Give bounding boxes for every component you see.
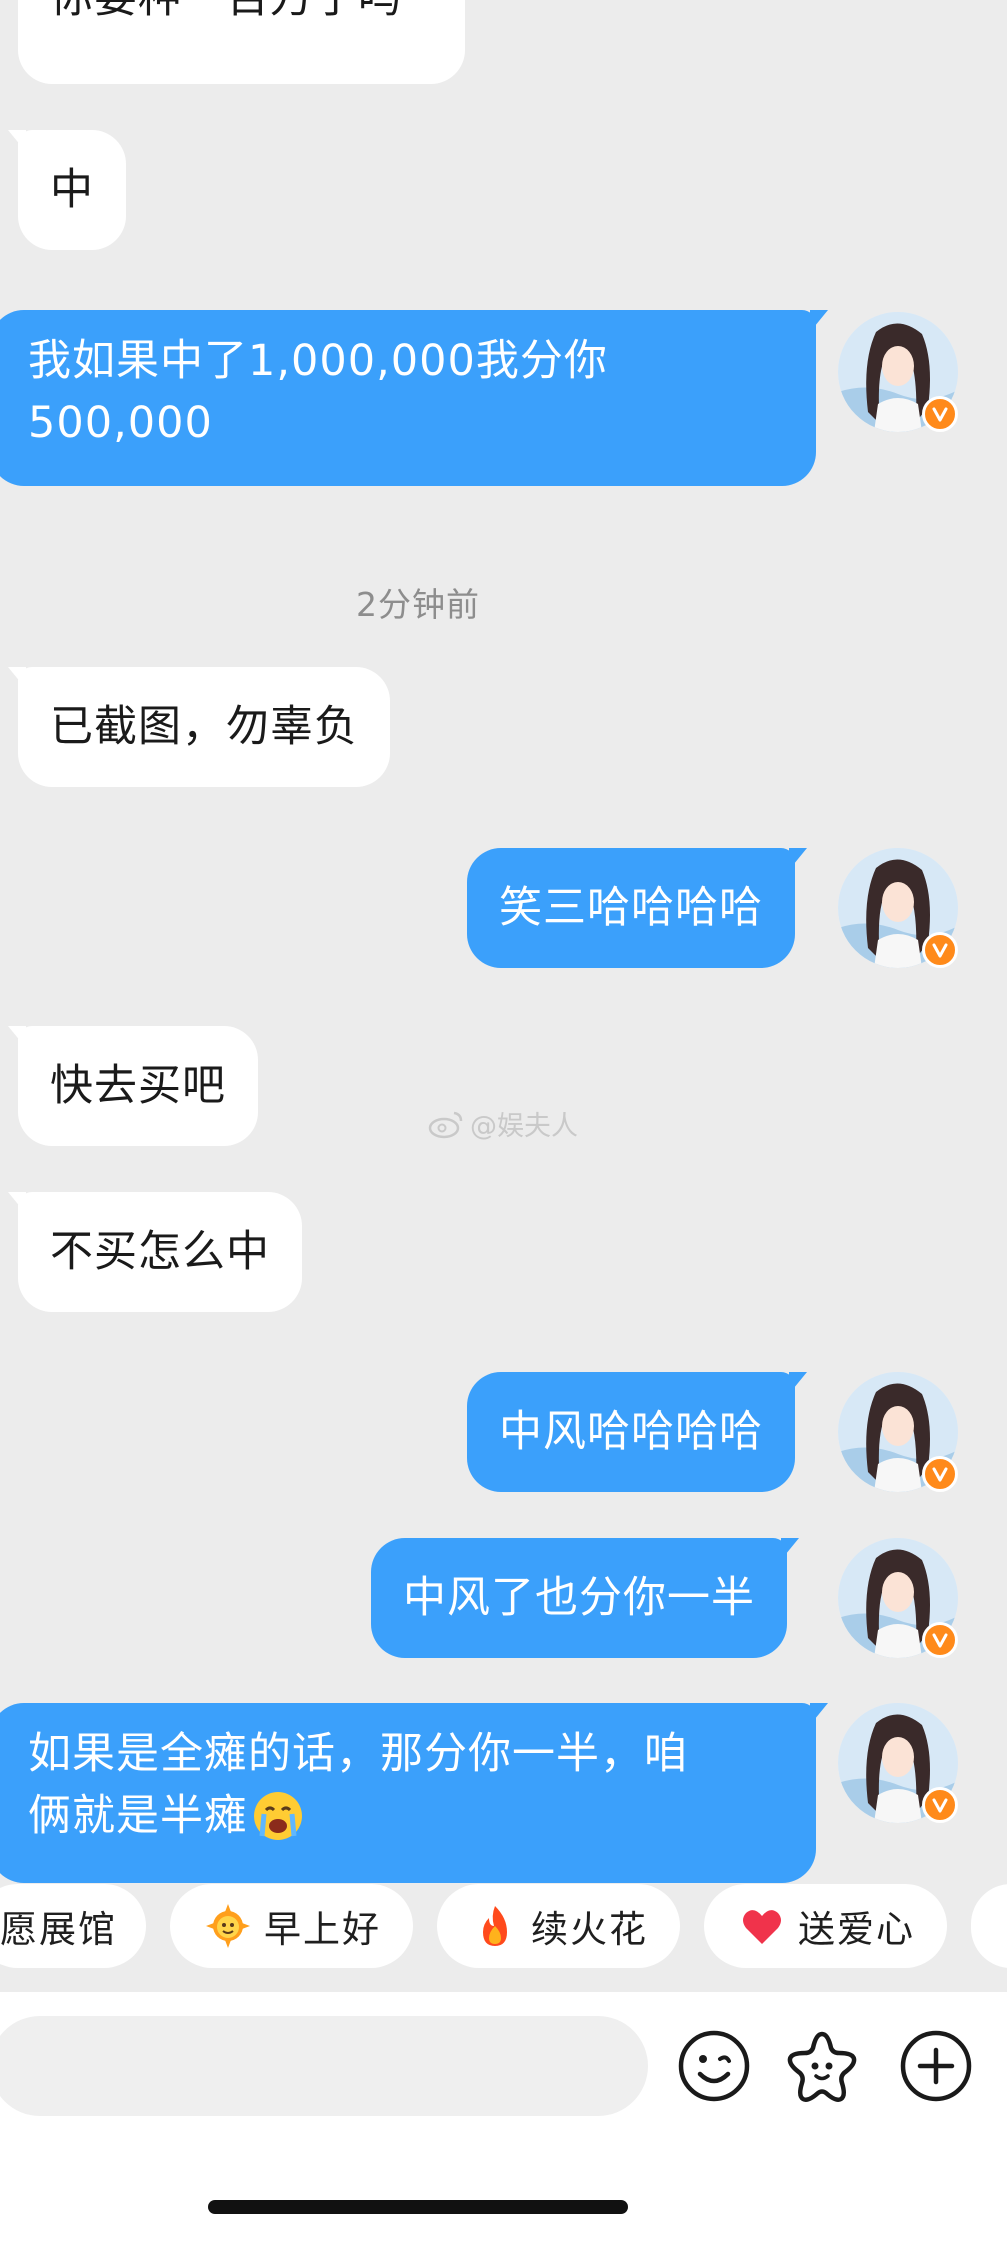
message-outgoing[interactable]: 中风哈哈哈哈 [467, 1372, 807, 1492]
message-outgoing[interactable]: 笑三哈哈哈哈 [467, 848, 807, 968]
verified-badge-icon [922, 396, 958, 432]
home-indicator [208, 2200, 628, 2214]
fire-icon [473, 1904, 517, 1948]
verified-badge-icon [922, 1787, 958, 1823]
message-incoming[interactable]: 已截图，勿辜负 [8, 667, 390, 787]
message-input[interactable] [0, 2016, 648, 2116]
quick-reply-chip[interactable] [971, 1884, 1007, 1968]
smile-emoji-icon[interactable] [676, 2028, 752, 2104]
verified-badge-icon [922, 932, 958, 968]
message-line: 俩就是半瘫 [28, 1785, 786, 1847]
message-outgoing[interactable]: 如果是全瘫的话，那分你一半，咱 俩就是半瘫 [0, 1703, 828, 1883]
message-line: 如果是全瘫的话，那分你一半，咱 [28, 1729, 688, 1779]
message-incoming[interactable]: 中 [8, 130, 126, 250]
avatar[interactable] [838, 848, 958, 968]
message-incoming[interactable]: 不买怎么中 [8, 1192, 302, 1312]
avatar[interactable] [838, 312, 958, 432]
avatar[interactable] [838, 1538, 958, 1658]
verified-badge-icon [922, 1456, 958, 1492]
quick-reply-chip[interactable]: 愿展馆 [0, 1884, 146, 1968]
avatar[interactable] [838, 1372, 958, 1492]
quick-reply-bar: 愿展馆 早上好 续火花 送爱心 [0, 1860, 1007, 1990]
star-sticker-icon[interactable] [784, 2028, 860, 2104]
avatar[interactable] [838, 1703, 958, 1823]
input-bar [0, 1992, 1007, 2242]
watermark: @娱夫人 [428, 1104, 578, 1143]
weibo-logo-icon [428, 1111, 463, 1138]
sun-face-icon [206, 1904, 250, 1948]
heart-icon [740, 1904, 784, 1948]
crying-face-icon [252, 1790, 304, 1842]
message-outgoing[interactable]: 中风了也分你一半 [371, 1538, 799, 1658]
plus-icon[interactable] [898, 2028, 974, 2104]
message-line: 500,000 [28, 398, 213, 448]
message-incoming[interactable]: 快去买吧 [8, 1026, 258, 1146]
message-line: 我如果中了1,000,000我分你 [28, 336, 608, 386]
quick-reply-chip[interactable]: 早上好 [170, 1884, 413, 1968]
message-incoming[interactable]: 你要种一百万了吗 [18, 0, 465, 84]
quick-reply-chip[interactable]: 续火花 [437, 1884, 680, 1968]
timestamp: 2分钟前 [356, 585, 480, 624]
quick-reply-chip[interactable]: 送爱心 [704, 1884, 947, 1968]
verified-badge-icon [922, 1622, 958, 1658]
message-outgoing[interactable]: 我如果中了1,000,000我分你 500,000 [0, 310, 828, 486]
